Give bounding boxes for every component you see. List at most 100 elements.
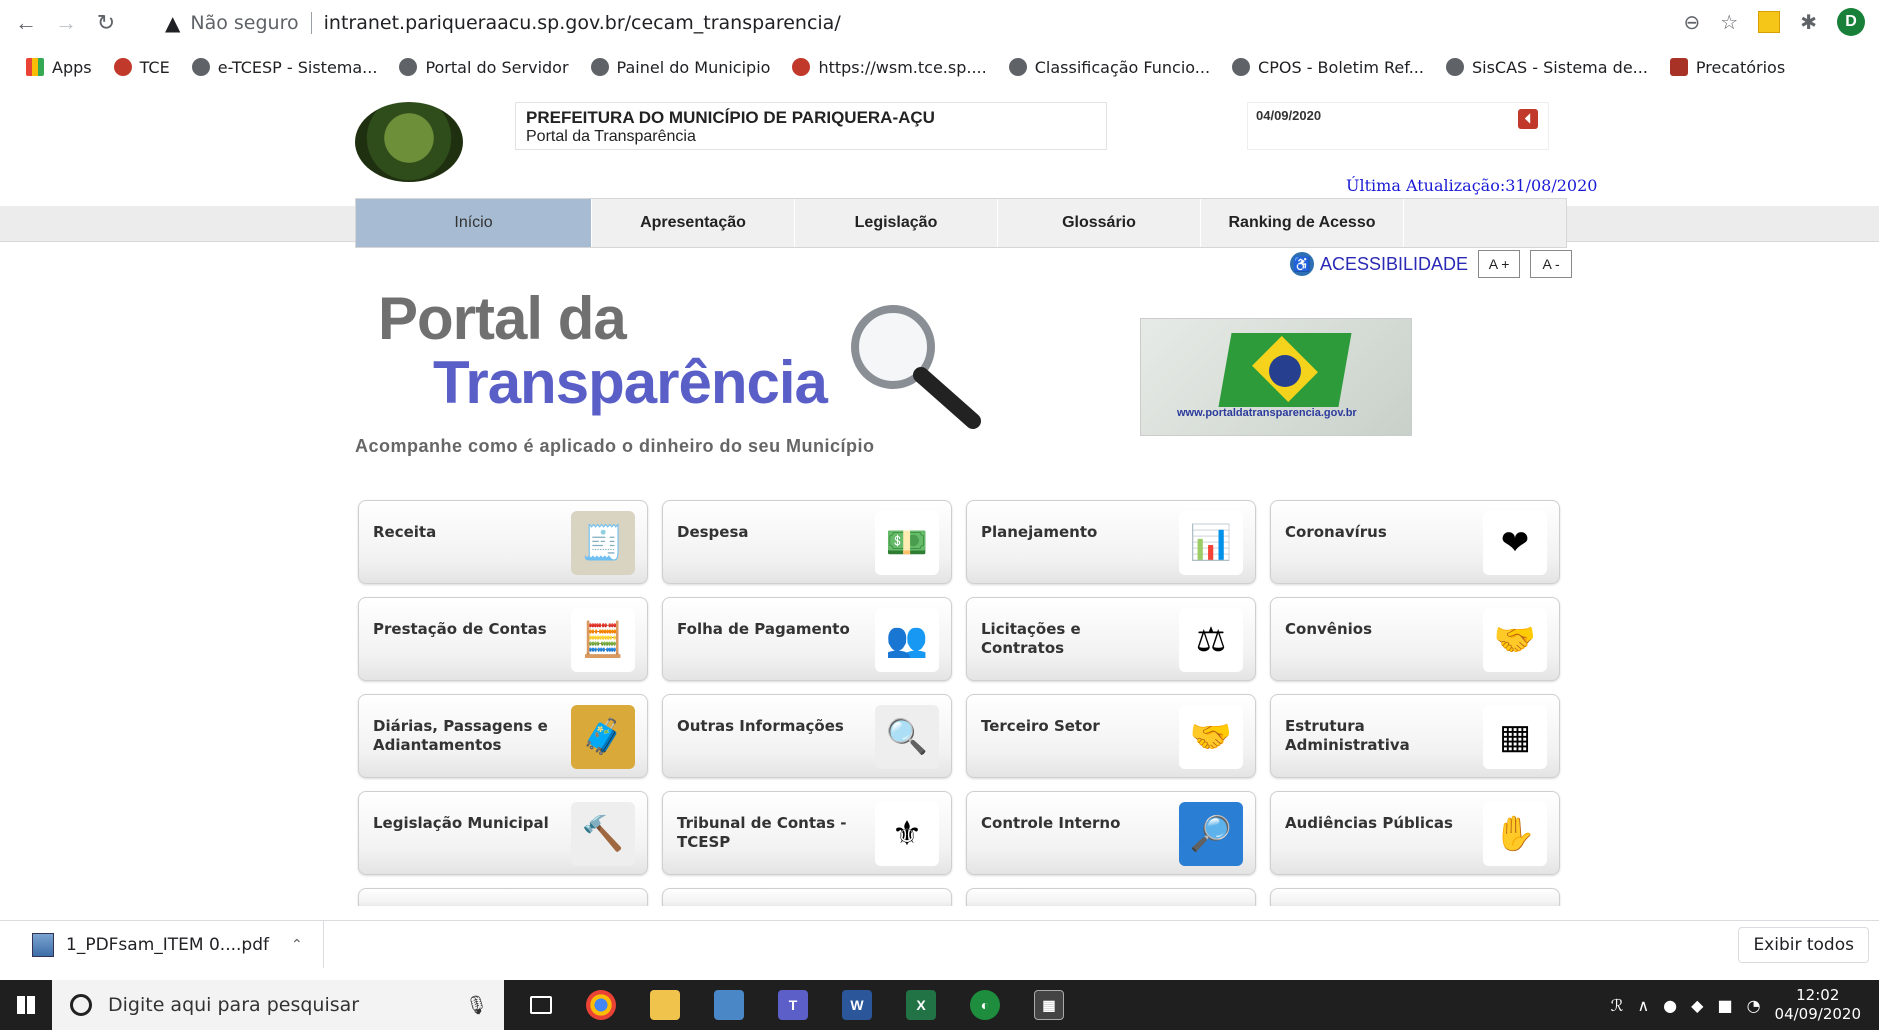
tile-6[interactable]: Folha de Pagamento 👥 — [662, 597, 952, 681]
bookmark-label: https://wsm.tce.sp.... — [818, 57, 987, 77]
tile-label: Controle Interno — [981, 814, 1121, 832]
receipt-icon: 🧾 — [571, 511, 635, 575]
menu-item[interactable]: Apresentação — [592, 199, 795, 247]
tce-icon — [792, 58, 811, 76]
download-bar: 1_PDFsam_ITEM 0....pdf ⌃ Exibir todos — [0, 920, 1879, 968]
tile-partial[interactable] — [358, 888, 648, 906]
calculator-icon: 🧮 — [571, 608, 635, 672]
inspection-icon: 🔎 — [1179, 802, 1243, 866]
bookmark-label: Painel do Municipio — [616, 57, 771, 77]
search-placeholder[interactable]: Digite aqui para pesquisar — [108, 994, 359, 1016]
pdf-app-icon[interactable] — [714, 990, 744, 1020]
back-icon[interactable]: ← — [12, 9, 40, 37]
tile-label: Despesa — [677, 523, 749, 541]
tile-12[interactable]: Estrutura Administrativa ▦ — [1270, 694, 1560, 778]
bookmark-item[interactable]: Apps — [26, 58, 92, 77]
heart-hands-icon: ❤ — [1483, 511, 1547, 575]
show-all-button[interactable]: Exibir todos — [1738, 927, 1869, 963]
tile-3[interactable]: Planejamento 📊 — [966, 500, 1256, 584]
file-explorer-icon[interactable] — [650, 990, 680, 1020]
gavel-icon: 🔨 — [571, 802, 635, 866]
clock-date: 04/09/2020 — [1774, 1005, 1861, 1023]
menu-item[interactable]: Legislação — [795, 199, 998, 247]
font-increase-button[interactable]: A + — [1478, 250, 1521, 278]
logout-icon[interactable]: ⏴ — [1518, 109, 1538, 129]
microphone-icon[interactable]: 🎙 — [465, 995, 488, 1016]
accessibility-label[interactable]: ACESSIBILIDADE — [1320, 254, 1468, 275]
forward-icon[interactable]: → — [52, 9, 80, 37]
calculator-icon[interactable]: ▦ — [1034, 990, 1064, 1020]
url-text[interactable]: intranet.pariqueraacu.sp.gov.br/cecam_tr… — [324, 12, 841, 34]
tile-9[interactable]: Diárias, Passagens e Adiantamentos 🧳 — [358, 694, 648, 778]
accessibility-icon[interactable]: ♿ — [1290, 252, 1314, 276]
download-item[interactable]: 1_PDFsam_ITEM 0....pdf ⌃ — [0, 921, 324, 968]
tile-1[interactable]: Receita 🧾 — [358, 500, 648, 584]
start-button[interactable] — [0, 980, 52, 1030]
tile-16[interactable]: Audiências Públicas ✋ — [1270, 791, 1560, 875]
hero-tagline: Acompanhe como é aplicado o dinheiro do … — [355, 436, 875, 456]
download-filename[interactable]: 1_PDFsam_ITEM 0....pdf — [66, 935, 269, 955]
bookmark-item[interactable]: Precatórios — [1669, 58, 1785, 77]
prefeitura-subtitle: Portal da Transparência — [526, 128, 696, 145]
menu-item[interactable]: Ranking de Acesso — [1201, 199, 1404, 247]
portal-servidor-icon — [399, 58, 418, 76]
reload-icon[interactable]: ↻ — [92, 9, 120, 37]
cortana-icon — [70, 994, 92, 1016]
chevron-up-icon[interactable]: ⌃ — [291, 937, 303, 953]
tile-partial[interactable] — [662, 888, 952, 906]
word-icon[interactable]: W — [842, 990, 872, 1020]
tce-seal-icon: ⚜ — [875, 802, 939, 866]
tile-15[interactable]: Controle Interno 🔎 — [966, 791, 1256, 875]
tile-11[interactable]: Terceiro Setor 🤝 — [966, 694, 1256, 778]
security-label[interactable]: Não seguro — [190, 12, 298, 34]
address-bar[interactable]: ▲ Não seguro intranet.pariqueraacu.sp.go… — [165, 5, 1665, 41]
tile-7[interactable]: Licitações e Contratos ⚖ — [966, 597, 1256, 681]
tile-13[interactable]: Legislação Municipal 🔨 — [358, 791, 648, 875]
tray-app-icon[interactable]: ◆ — [1691, 996, 1703, 1015]
app-icon[interactable]: ◐ — [970, 990, 1000, 1020]
bookmark-item[interactable]: Portal do Servidor — [399, 58, 569, 77]
network-icon[interactable]: ◔ — [1747, 996, 1761, 1015]
people-icon[interactable]: ℛ — [1611, 996, 1624, 1015]
extension-icon[interactable] — [1758, 11, 1781, 33]
profile-avatar[interactable]: D — [1837, 8, 1865, 36]
task-view-icon[interactable] — [530, 996, 552, 1014]
tile-partial[interactable] — [1270, 888, 1560, 906]
bookmark-item[interactable]: TCE — [113, 58, 170, 77]
tile-8[interactable]: Convênios 🤝 — [1270, 597, 1560, 681]
menu-item[interactable]: Início — [356, 199, 592, 247]
teams-icon[interactable]: T — [778, 990, 808, 1020]
clock[interactable]: 12:02 04/09/2020 — [1775, 986, 1861, 1024]
chrome-icon[interactable] — [586, 990, 616, 1020]
bookmark-item[interactable]: e-TCESP - Sistema... — [191, 58, 377, 77]
font-decrease-button[interactable]: A - — [1530, 250, 1573, 278]
tile-4[interactable]: Coronavírus ❤ — [1270, 500, 1560, 584]
taskbar-search[interactable]: Digite aqui para pesquisar 🎙 — [52, 980, 504, 1030]
tile-label: Convênios — [1285, 620, 1372, 638]
money-icon: 💵 — [875, 511, 939, 575]
tile-partial[interactable] — [966, 888, 1256, 906]
tile-10[interactable]: Outras Informações 🔍 — [662, 694, 952, 778]
globe-icon — [191, 58, 210, 76]
portal-transparencia-banner[interactable]: www.portaldatransparencia.gov.br — [1140, 318, 1412, 436]
bookmark-item[interactable]: https://wsm.tce.sp.... — [792, 57, 987, 77]
teams-tray-icon[interactable]: ● — [1663, 996, 1677, 1015]
star-icon[interactable]: ☆ — [1720, 10, 1738, 35]
prefeitura-box: PREFEITURA DO MUNICÍPIO DE PARIQUERA-AÇU… — [515, 102, 1107, 150]
main-menu: Início Apresentação Legislação Glossário Ran… — [355, 198, 1567, 248]
bookmark-item[interactable]: Painel do Municipio — [590, 57, 771, 77]
bookmark-item[interactable]: CPOS - Boletim Ref... — [1232, 58, 1424, 77]
chevron-up-icon[interactable]: ∧ — [1637, 996, 1649, 1015]
bookmark-item[interactable]: Classificação Funcio... — [1008, 58, 1210, 77]
tile-5[interactable]: Prestação de Contas 🧮 — [358, 597, 648, 681]
menu-item[interactable]: Glossário — [998, 199, 1201, 247]
tray-app2-icon[interactable]: ■ — [1717, 996, 1732, 1015]
tile-14[interactable]: Tribunal de Contas - TCESP ⚜ — [662, 791, 952, 875]
tile-2[interactable]: Despesa 💵 — [662, 500, 952, 584]
zoom-icon[interactable]: ⊖ — [1684, 10, 1701, 35]
warning-icon[interactable]: ▲ — [165, 11, 180, 35]
excel-icon[interactable]: X — [906, 990, 936, 1020]
puzzle-icon[interactable]: ✱ — [1800, 10, 1817, 35]
bookmark-item[interactable]: SisCAS - Sistema de... — [1445, 58, 1648, 77]
tce-icon — [113, 58, 132, 76]
